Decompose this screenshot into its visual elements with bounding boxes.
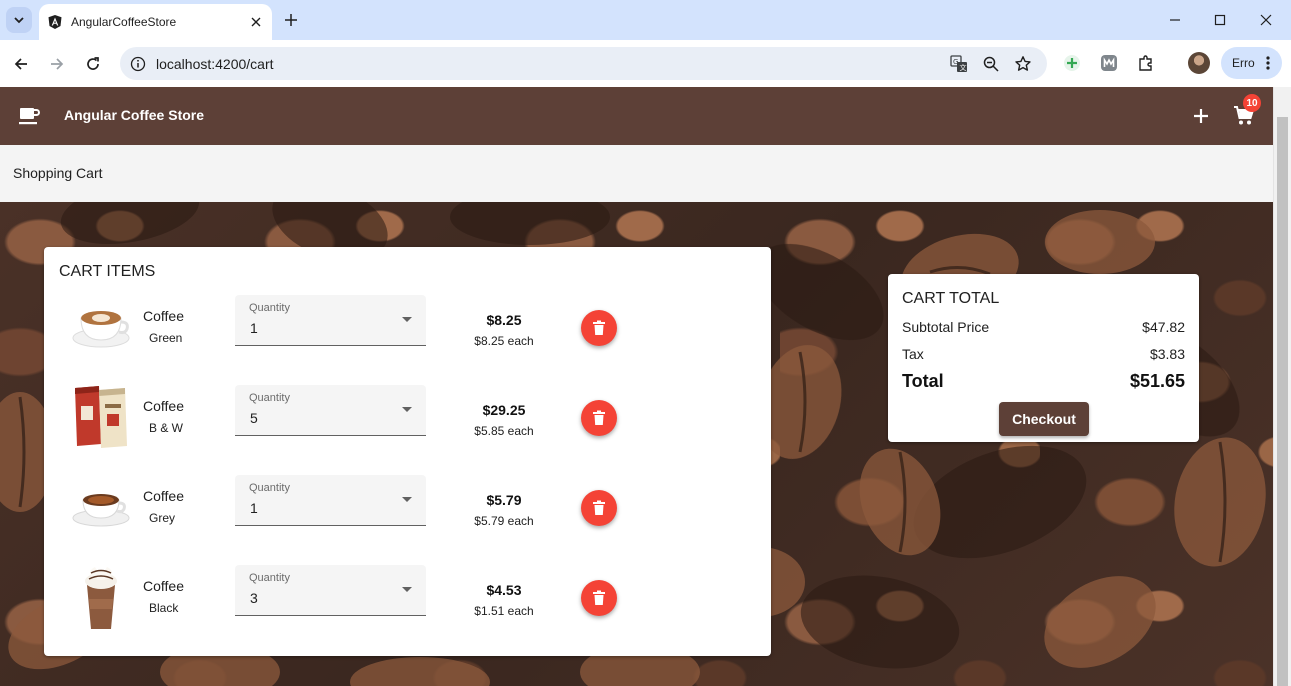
close-icon[interactable] bbox=[246, 12, 266, 32]
quantity-value: 1 bbox=[250, 500, 258, 516]
profile-button[interactable]: Erro bbox=[1221, 47, 1282, 79]
item-total-price: $29.25 bbox=[482, 402, 526, 418]
item-variant: B & W bbox=[149, 421, 184, 435]
svg-text:G: G bbox=[953, 58, 958, 66]
back-icon[interactable] bbox=[9, 52, 33, 76]
cart-total-title: CART TOTAL bbox=[902, 290, 1000, 307]
cart-item-row: Coffee Green Quantity 1 $8.25 $8.25 each bbox=[44, 290, 771, 360]
delete-item-button[interactable] bbox=[581, 580, 617, 616]
info-icon[interactable] bbox=[129, 55, 147, 73]
tax-value: $3.83 bbox=[1149, 346, 1185, 362]
plus-icon[interactable] bbox=[280, 9, 302, 31]
cart-item-row: Coffee Grey Quantity 1 $5.79 $5.79 each bbox=[44, 470, 771, 540]
scrollbar-thumb[interactable] bbox=[1277, 117, 1288, 686]
extension-plus-icon[interactable] bbox=[1061, 52, 1083, 74]
tax-label: Tax bbox=[902, 346, 924, 362]
quantity-select[interactable]: Quantity 1 bbox=[235, 475, 426, 526]
reload-icon[interactable] bbox=[81, 52, 105, 76]
maximize-icon[interactable] bbox=[1208, 8, 1232, 32]
cart-items-card: CART ITEMS Coffee Green Quantity 1 $8.25 bbox=[44, 247, 771, 656]
app-toolbar: Angular Coffee Store 10 bbox=[0, 87, 1273, 145]
item-name: Coffee bbox=[143, 578, 184, 594]
page-header: Shopping Cart bbox=[0, 145, 1273, 202]
item-total-price: $8.25 bbox=[486, 312, 522, 328]
quantity-select[interactable]: Quantity 3 bbox=[235, 565, 426, 616]
quantity-label: Quantity bbox=[249, 302, 290, 314]
profile-label: Erro bbox=[1232, 56, 1255, 70]
item-name: Coffee bbox=[143, 398, 184, 414]
minimize-icon[interactable] bbox=[1163, 8, 1187, 32]
trash-icon bbox=[593, 410, 605, 425]
checkout-button[interactable]: Checkout bbox=[999, 402, 1089, 436]
more-vert-icon[interactable] bbox=[1263, 54, 1273, 72]
delete-item-button[interactable] bbox=[581, 490, 617, 526]
quantity-select[interactable]: Quantity 5 bbox=[235, 385, 426, 436]
quantity-label: Quantity bbox=[249, 572, 290, 584]
cart-total-card: CART TOTAL Subtotal Price $47.82 Tax $3.… bbox=[888, 274, 1199, 442]
address-bar[interactable]: localhost:4200/cart G文 bbox=[120, 47, 1047, 80]
item-unit-price: $5.85 each bbox=[474, 424, 534, 438]
profile-avatar[interactable] bbox=[1188, 52, 1210, 74]
translate-icon[interactable]: G文 bbox=[949, 54, 969, 74]
puzzle-icon[interactable] bbox=[1135, 52, 1157, 74]
dropdown-arrow-icon bbox=[402, 587, 412, 592]
extension-m-icon[interactable] bbox=[1098, 52, 1120, 74]
cart-count-badge: 10 bbox=[1243, 94, 1261, 112]
item-total-price: $5.79 bbox=[486, 492, 522, 508]
quantity-label: Quantity bbox=[249, 392, 290, 404]
frappe-cup-image bbox=[68, 560, 134, 630]
total-label: Total bbox=[902, 371, 944, 391]
coffee-cup-icon[interactable] bbox=[16, 104, 42, 128]
browser-tab[interactable]: AngularCoffeeStore bbox=[39, 4, 272, 40]
quantity-select[interactable]: Quantity 1 bbox=[235, 295, 426, 346]
zoom-icon[interactable] bbox=[981, 54, 1001, 74]
dropdown-arrow-icon bbox=[402, 497, 412, 502]
subtotal-value: $47.82 bbox=[1142, 319, 1185, 335]
cart-item-row: Coffee Black Quantity 3 $4.53 $1.51 each bbox=[44, 560, 771, 630]
cart-items-title: CART ITEMS bbox=[59, 263, 156, 280]
forward-icon[interactable] bbox=[45, 52, 69, 76]
dropdown-arrow-icon bbox=[402, 317, 412, 322]
page-title: Shopping Cart bbox=[13, 165, 103, 181]
vertical-scrollbar[interactable] bbox=[1273, 87, 1291, 686]
espresso-cup-image bbox=[68, 470, 134, 540]
subtotal-label: Subtotal Price bbox=[902, 319, 990, 335]
trash-icon bbox=[593, 500, 605, 515]
quantity-value: 3 bbox=[250, 590, 258, 606]
coffee-bags-image bbox=[68, 380, 134, 450]
quantity-label: Quantity bbox=[249, 482, 290, 494]
star-icon[interactable] bbox=[1013, 54, 1033, 74]
add-icon[interactable] bbox=[1188, 103, 1214, 129]
item-unit-price: $1.51 each bbox=[474, 604, 534, 618]
trash-icon bbox=[593, 320, 605, 335]
delete-item-button[interactable] bbox=[581, 400, 617, 436]
item-name: Coffee bbox=[143, 488, 184, 504]
item-unit-price: $8.25 each bbox=[474, 334, 534, 348]
app-title[interactable]: Angular Coffee Store bbox=[64, 107, 204, 123]
dropdown-arrow-icon bbox=[402, 407, 412, 412]
delete-item-button[interactable] bbox=[581, 310, 617, 346]
angular-favicon bbox=[47, 14, 63, 30]
browser-tab-strip: AngularCoffeeStore bbox=[0, 0, 1291, 40]
tab-title: AngularCoffeeStore bbox=[71, 15, 177, 29]
svg-text:文: 文 bbox=[960, 63, 967, 72]
item-variant: Green bbox=[149, 331, 183, 345]
browser-toolbar: localhost:4200/cart G文 Erro bbox=[0, 40, 1291, 87]
trash-icon bbox=[593, 590, 605, 605]
tab-search-icon[interactable] bbox=[6, 7, 32, 33]
total-value: $51.65 bbox=[1129, 371, 1185, 391]
item-variant: Black bbox=[149, 601, 179, 615]
item-name: Coffee bbox=[143, 308, 184, 324]
latte-cup-image bbox=[68, 290, 134, 360]
quantity-value: 5 bbox=[250, 410, 258, 426]
app-viewport: Angular Coffee Store 10 Shopping Cart CA… bbox=[0, 87, 1273, 686]
quantity-value: 1 bbox=[250, 320, 258, 336]
item-variant: Grey bbox=[149, 511, 176, 525]
item-total-price: $4.53 bbox=[486, 582, 522, 598]
url-text[interactable]: localhost:4200/cart bbox=[156, 56, 274, 72]
close-window-icon[interactable] bbox=[1254, 8, 1278, 32]
item-unit-price: $5.79 each bbox=[474, 514, 534, 528]
cart-item-row: Coffee B & W Quantity 5 $29.25 $5.85 eac… bbox=[44, 380, 771, 450]
